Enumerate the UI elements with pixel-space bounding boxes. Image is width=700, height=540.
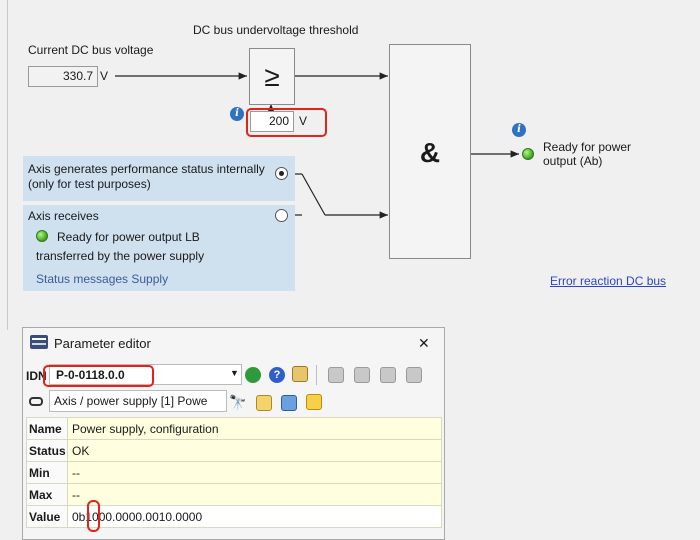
clipboard-icon[interactable]	[292, 366, 308, 382]
option-internal-radio[interactable]	[275, 167, 288, 180]
value-bit-highlight	[87, 500, 100, 532]
parameter-editor-window: Parameter editor ✕ IDN P-0-0118.0.0 ▼ ? …	[22, 327, 445, 540]
close-icon[interactable]: ✕	[418, 335, 430, 352]
idn-highlight	[43, 365, 154, 387]
row-key: Min	[26, 461, 68, 484]
option-receives-radio[interactable]	[275, 209, 288, 222]
drive-icon	[29, 397, 43, 406]
and-gate-block: &	[389, 44, 471, 259]
add-row-icon[interactable]	[328, 367, 344, 383]
error-reaction-link[interactable]: Error reaction DC bus	[550, 274, 666, 288]
ready-lb-text: Ready for power output LB	[57, 230, 200, 244]
option-receives-title: Axis receives	[28, 209, 99, 223]
output-label-line2: output (Ab)	[543, 154, 603, 168]
table-row: Name Power supply, configuration	[26, 417, 442, 440]
remove-row-icon[interactable]	[354, 367, 370, 383]
apply-icon[interactable]	[406, 367, 422, 383]
spark-icon[interactable]	[306, 394, 322, 410]
reset-icon[interactable]	[380, 367, 396, 383]
option-internal-line2: (only for test purposes)	[28, 177, 151, 191]
grid-view-icon[interactable]	[256, 395, 272, 411]
table-row: Min --	[26, 461, 442, 484]
chevron-down-icon[interactable]: ▼	[230, 368, 239, 378]
output-label-line1: Ready for power	[543, 140, 632, 154]
row-value: --	[67, 483, 442, 506]
axis-dropdown-value: Axis / power supply [1] Powe	[54, 394, 208, 408]
option-internal-line1: Axis generates performance status intern…	[28, 162, 265, 176]
threshold-highlight	[246, 108, 327, 137]
row-value: --	[67, 461, 442, 484]
help-icon[interactable]: ?	[269, 367, 285, 383]
table-row: Status OK	[26, 439, 442, 462]
row-key: Value	[26, 505, 68, 528]
output-info-icon[interactable]: i	[512, 123, 526, 137]
status-messages-link[interactable]: Status messages Supply	[36, 272, 168, 286]
axis-dropdown[interactable]: Axis / power supply [1] Powe	[49, 390, 227, 412]
toolbar-separator	[316, 365, 317, 385]
comparator-block: ≥	[249, 48, 295, 105]
ready-lb-led-icon	[36, 230, 48, 242]
parameter-editor-title: Parameter editor	[54, 336, 151, 351]
current-voltage-unit: V	[100, 69, 109, 83]
row-key: Name	[26, 417, 68, 440]
option-receives-line2: transferred by the power supply	[36, 249, 205, 263]
option-internal-panel[interactable]: Axis generates performance status intern…	[23, 156, 295, 201]
refresh-icon[interactable]	[245, 367, 261, 383]
import-icon[interactable]	[281, 395, 297, 411]
threshold-info-icon[interactable]: i	[230, 107, 244, 121]
row-key: Status	[26, 439, 68, 462]
output-led-icon	[522, 148, 534, 160]
row-key: Max	[26, 483, 68, 506]
option-receives-panel[interactable]: Axis receives Ready for power output LB …	[23, 205, 295, 291]
value-input[interactable]: 0b1000.0000.0010.0000	[67, 505, 442, 528]
row-value: OK	[67, 439, 442, 462]
current-voltage-label: Current DC bus voltage	[28, 43, 154, 57]
current-voltage-field: 330.7	[28, 66, 98, 87]
threshold-title: DC bus undervoltage threshold	[193, 23, 359, 37]
row-value: Power supply, configuration	[67, 417, 442, 440]
app-logo-icon	[30, 335, 48, 349]
binoculars-icon[interactable]: 🔭	[229, 394, 246, 411]
